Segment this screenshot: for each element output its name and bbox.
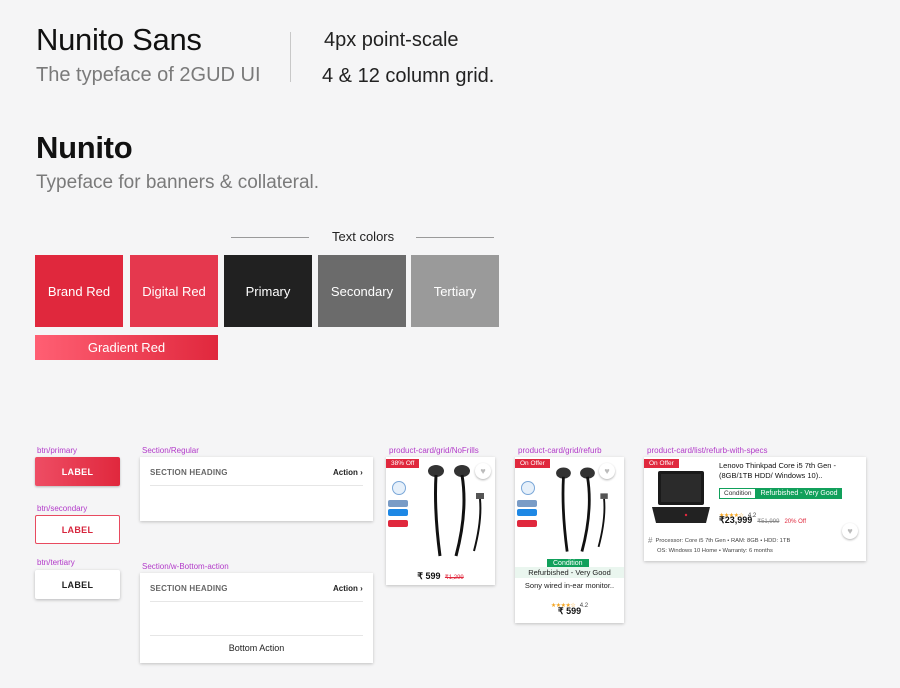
divider-left	[231, 237, 309, 238]
specs-line-2: OS: Windows 10 Home • Warranty: 6 months	[657, 548, 773, 554]
btn-primary-tag: btn/primary	[37, 446, 78, 455]
badge-blue-icon	[388, 509, 408, 516]
section-action-link[interactable]: Action ›	[333, 584, 363, 593]
tertiary-button[interactable]: LABEL	[35, 570, 120, 599]
section-action-link[interactable]: Action ›	[333, 468, 363, 477]
section-rule	[150, 601, 363, 602]
swatch-secondary: Secondary	[318, 255, 406, 327]
condition-value: Refurbished - Very Good	[756, 488, 842, 499]
mrp: ₹51,999	[757, 519, 780, 525]
condition-row: Condition Refurbished - Very Good	[719, 488, 842, 499]
btn-secondary-tag: btn/secondary	[37, 504, 88, 513]
product-card-nofrills[interactable]: 38% Off ♥ ₹ 599 ₹1,299	[386, 457, 495, 585]
btn-tertiary-tag: btn/tertiary	[37, 558, 75, 567]
text-colors-title: Text colors	[332, 229, 395, 244]
product-refurb-tag: product-card/grid/refurb	[518, 446, 602, 455]
condition-label: Condition	[719, 488, 757, 499]
price: ₹23,999	[719, 515, 753, 525]
price: ₹ 599	[557, 606, 582, 616]
swatch-primary: Primary	[224, 255, 312, 327]
grid-text: 4 & 12 column grid.	[322, 65, 495, 87]
badge-stack	[388, 481, 410, 527]
font2-title: Nunito	[36, 130, 133, 165]
product-card-refurb[interactable]: On Offer ♥ Condition Refurbished - Very …	[515, 457, 624, 623]
earphones-image	[428, 465, 484, 557]
product-list-tag: product-card/list/refurb-with-specs	[647, 446, 768, 455]
wishlist-heart-icon[interactable]: ♥	[842, 523, 858, 539]
discount-percent: 20% Off	[784, 519, 807, 525]
font-subtitle: The typeface of 2GUD UI	[36, 64, 261, 86]
badge-gray-icon	[517, 500, 537, 507]
swatch-gradient-red: Gradient Red	[35, 335, 218, 360]
price: ₹ 599	[417, 571, 441, 581]
badge-circle-icon	[521, 481, 535, 495]
section-regular-card: SECTION HEADING Action ›	[140, 457, 373, 521]
primary-button[interactable]: LABEL	[35, 457, 120, 486]
swatch-digital-red: Digital Red	[130, 255, 218, 327]
section-bottom-card: SECTION HEADING Action › Bottom Action	[140, 573, 373, 663]
discount-tag: On Offer	[644, 459, 679, 468]
product-title: Sony wired in-ear monitor..	[524, 581, 615, 590]
laptop-image	[652, 471, 710, 523]
product-nofrills-tag: product-card/grid/NoFrills	[389, 446, 479, 455]
divider-right	[416, 237, 494, 238]
earphones-image	[556, 467, 608, 552]
section-regular-tag: Section/Regular	[142, 446, 199, 455]
price-row: ₹ 599 ₹1,299	[386, 566, 495, 584]
badge-stack	[517, 481, 539, 527]
hash-icon: #	[648, 536, 653, 545]
secondary-button[interactable]: LABEL	[35, 515, 120, 544]
bottom-action-button[interactable]: Bottom Action	[140, 643, 373, 653]
section-heading: SECTION HEADING	[150, 468, 228, 477]
product-title: Lenovo Thinkpad Core i5 7th Gen - (8GB/1…	[719, 461, 837, 480]
product-card-list[interactable]: On Offer Lenovo Thinkpad Core i5 7th Gen…	[644, 457, 866, 561]
section-rule-bottom	[150, 635, 363, 636]
scale-text: 4px point-scale	[324, 29, 459, 51]
font-title: Nunito Sans	[36, 22, 202, 57]
section-bottom-tag: Section/w-Bottom-action	[142, 562, 229, 571]
mrp: ₹1,299	[444, 575, 464, 581]
price-row: ₹23,999 ₹51,999 20% Off	[719, 515, 806, 526]
font2-subtitle: Typeface for banners & collateral.	[36, 172, 320, 193]
swatch-brand-red: Brand Red	[35, 255, 123, 327]
badge-blue-icon	[517, 509, 537, 516]
section-rule	[150, 485, 363, 486]
specs-row-1: # Processor: Core i5 7th Gen • RAM: 8GB …	[648, 536, 790, 545]
badge-gray-icon	[388, 500, 408, 507]
swatch-tertiary: Tertiary	[411, 255, 499, 327]
header-divider	[290, 32, 291, 82]
discount-tag: 38% Off	[386, 459, 420, 468]
badge-red-icon	[517, 520, 537, 527]
section-heading: SECTION HEADING	[150, 584, 228, 593]
badge-circle-icon	[392, 481, 406, 495]
specs-line-1: Processor: Core i5 7th Gen • RAM: 8GB • …	[655, 537, 791, 544]
condition-bar: Refurbished - Very Good	[515, 567, 624, 578]
badge-red-icon	[388, 520, 408, 527]
